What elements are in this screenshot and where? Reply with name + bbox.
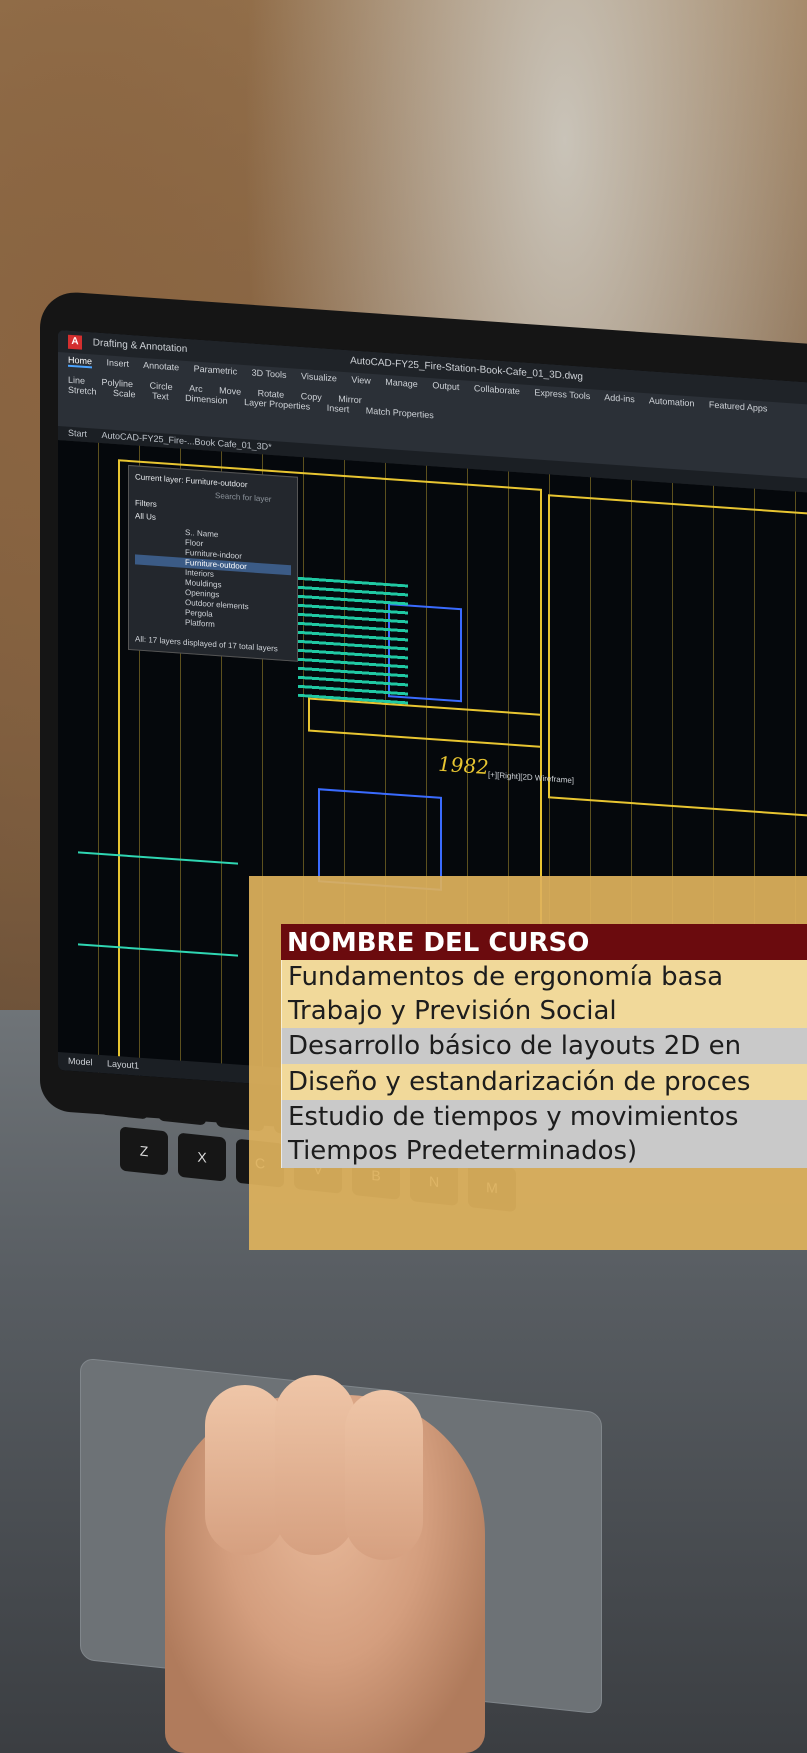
model-tab[interactable]: Model xyxy=(68,1056,93,1068)
layer-properties-panel[interactable]: Current layer: Furniture-outdoor Search … xyxy=(128,464,298,662)
tab-annotate[interactable]: Annotate xyxy=(143,360,179,373)
finger xyxy=(275,1375,355,1555)
course-item: Estudio de tiempos y movimientos xyxy=(281,1100,807,1134)
tab-collaborate[interactable]: Collaborate xyxy=(474,383,520,396)
page-background: Q W E R T Y U I O A S D F G H J K L Z X … xyxy=(0,0,807,1753)
tab-output[interactable]: Output xyxy=(432,380,459,392)
course-title: NOMBRE DEL CURSO xyxy=(281,924,807,960)
tool-insert[interactable]: Insert xyxy=(327,403,350,415)
finger xyxy=(345,1390,423,1560)
tab-visualize[interactable]: Visualize xyxy=(301,371,337,384)
tab-insert[interactable]: Insert xyxy=(107,357,130,369)
tool-stretch[interactable]: Stretch xyxy=(68,385,97,397)
tab-featured-apps[interactable]: Featured Apps xyxy=(709,400,768,414)
tool-scale[interactable]: Scale xyxy=(113,388,136,400)
stairs-hatch xyxy=(298,576,408,705)
tab-3d-tools[interactable]: 3D Tools xyxy=(252,368,287,380)
autocad-logo-icon: A xyxy=(68,334,82,350)
finger xyxy=(205,1385,285,1555)
tab-parametric[interactable]: Parametric xyxy=(194,363,238,376)
tab-express-tools[interactable]: Express Tools xyxy=(534,387,590,401)
current-layer-label: Current layer: Furniture-outdoor xyxy=(135,472,248,490)
course-item-continued: Tiempos Predeterminados) xyxy=(281,1134,807,1168)
tool-dimension[interactable]: Dimension xyxy=(185,393,228,406)
course-item-continued: Trabajo y Previsión Social xyxy=(281,994,807,1028)
tab-home[interactable]: Home xyxy=(68,354,93,369)
workspace-label[interactable]: Drafting & Annotation xyxy=(93,337,188,355)
course-item: Desarrollo básico de layouts 2D en xyxy=(281,1028,807,1064)
layer-count-status: All: 17 layers displayed of 17 total lay… xyxy=(135,634,278,654)
tool-text[interactable]: Text xyxy=(152,391,169,402)
layout1-tab[interactable]: Layout1 xyxy=(107,1058,139,1070)
course-item: Fundamentos de ergonomía basa xyxy=(281,960,807,994)
tab-automation[interactable]: Automation xyxy=(649,395,695,408)
key: Z xyxy=(120,1126,168,1176)
tab-manage[interactable]: Manage xyxy=(385,377,418,389)
layer-search-input[interactable]: Search for layer xyxy=(215,491,291,505)
facade-year: 1982 xyxy=(438,751,489,780)
key: X xyxy=(178,1132,226,1182)
course-overlay: NOMBRE DEL CURSO Fundamentos de ergonomí… xyxy=(249,876,807,1250)
course-table: NOMBRE DEL CURSO Fundamentos de ergonomí… xyxy=(281,924,807,1168)
tool-match-properties[interactable]: Match Properties xyxy=(366,406,434,421)
tab-add-ins[interactable]: Add-ins xyxy=(604,392,635,404)
railing-outline xyxy=(78,851,238,957)
tab-view[interactable]: View xyxy=(351,375,370,386)
course-item: Diseño y estandarización de proces xyxy=(281,1064,807,1100)
hand xyxy=(165,1375,485,1753)
3d-view-outline xyxy=(548,494,807,826)
start-tab[interactable]: Start xyxy=(68,428,87,439)
